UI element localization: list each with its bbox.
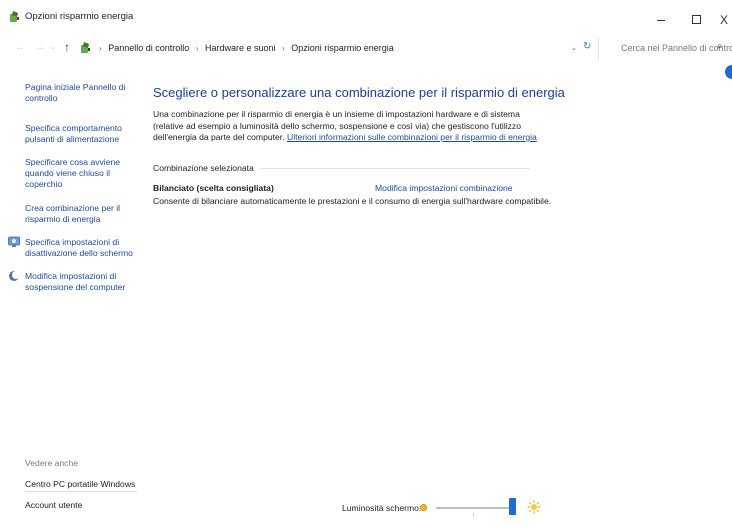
brightness-high-icon (527, 500, 541, 514)
link-sleep-settings[interactable]: Modifica impostazioni di sospensione del… (25, 271, 133, 293)
brightness-slider-thumb[interactable] (509, 498, 516, 515)
monitor-shield-icon (8, 236, 20, 247)
breadcrumb-power-options[interactable]: Opzioni risparmio energia (291, 43, 394, 53)
group-divider (260, 168, 530, 169)
address-dropdown-icon[interactable]: ⌄ (571, 44, 577, 52)
plan-name: Bilanciato (scelta consigliata) (153, 183, 274, 193)
search-input[interactable]: Cerca nel Pannello di controllo ⌕ (598, 38, 732, 60)
title-bar[interactable]: Opzioni risparmio energia X (0, 0, 732, 30)
link-control-panel-home[interactable]: Pagina iniziale Pannello di controllo (25, 82, 133, 104)
minimize-button[interactable] (651, 13, 673, 27)
breadcrumb-separator[interactable]: › (282, 44, 285, 53)
power-options-icon (81, 42, 90, 53)
intro-text: Una combinazione per il risparmio di ene… (153, 109, 538, 144)
maximize-icon (692, 15, 701, 24)
link-display-off[interactable]: Specifica impostazioni di disattivazione… (25, 237, 133, 259)
help-icon[interactable] (725, 65, 732, 79)
power-options-icon (10, 11, 19, 22)
forward-arrow-icon[interactable]: → (35, 42, 45, 53)
link-power-buttons[interactable]: Specifica comportamento pulsanti di alim… (25, 123, 133, 145)
link-user-accounts[interactable]: Account utente (25, 500, 82, 510)
recent-locations-icon[interactable]: ⌄ (50, 43, 56, 51)
up-arrow-icon[interactable]: ↑ (64, 40, 70, 54)
search-icon[interactable]: ⌕ (717, 41, 723, 52)
search-placeholder: Cerca nel Pannello di controllo (621, 43, 732, 53)
breadcrumb-separator[interactable]: › (196, 44, 199, 53)
brightness-low-icon (419, 503, 428, 512)
breadcrumb-control-panel[interactable]: Pannello di controllo (108, 43, 189, 53)
breadcrumb: › Pannello di controllo › Hardware e suo… (95, 43, 394, 53)
page-title: Scegliere o personalizzare una combinazi… (153, 85, 565, 100)
brightness-slider-fill (436, 507, 512, 509)
left-task-pane: Pagina iniziale Pannello di controllo Sp… (0, 60, 140, 527)
minimize-icon (657, 20, 665, 21)
address-bar-row: ← → ⌄ ↑ › Pannello di controllo › Hardwa… (0, 38, 732, 60)
refresh-icon[interactable]: ↻ (583, 41, 591, 52)
control-panel-window: Opzioni risparmio energia X ← → ⌄ ↑ › Pa… (0, 0, 732, 527)
plan-description: Consente di bilanciare automaticamente l… (153, 196, 552, 206)
brightness-label: Luminosità schermo: (342, 503, 422, 513)
back-arrow-icon[interactable]: ← (15, 42, 25, 53)
moon-sleep-icon (9, 271, 20, 281)
brightness-bar: Luminosità schermo: (140, 487, 732, 527)
window-title: Opzioni risparmio energia (25, 11, 134, 22)
link-lid-close[interactable]: Specificare cosa avviene quando viene ch… (25, 157, 133, 190)
change-plan-settings-link[interactable]: Modifica impostazioni combinazione (375, 183, 513, 193)
breadcrumb-separator: › (99, 44, 102, 53)
maximize-button[interactable] (685, 13, 707, 27)
slider-tick-mark (473, 513, 474, 516)
see-also-heading: Vedere anche (25, 458, 79, 468)
link-create-plan[interactable]: Crea combinazione per il risparmio di en… (25, 203, 133, 225)
sidebar-divider (25, 491, 137, 492)
brightness-slider-track[interactable] (436, 507, 512, 509)
close-button[interactable]: X (713, 13, 732, 27)
link-mobility-center[interactable]: Centro PC portatile Windows (25, 479, 135, 489)
learn-more-link[interactable]: Ulteriori informazioni sulle combinazion… (287, 132, 537, 142)
breadcrumb-hardware-sound[interactable]: Hardware e suoni (205, 43, 276, 53)
selected-plan-group-label: Combinazione selezionata (153, 163, 254, 173)
